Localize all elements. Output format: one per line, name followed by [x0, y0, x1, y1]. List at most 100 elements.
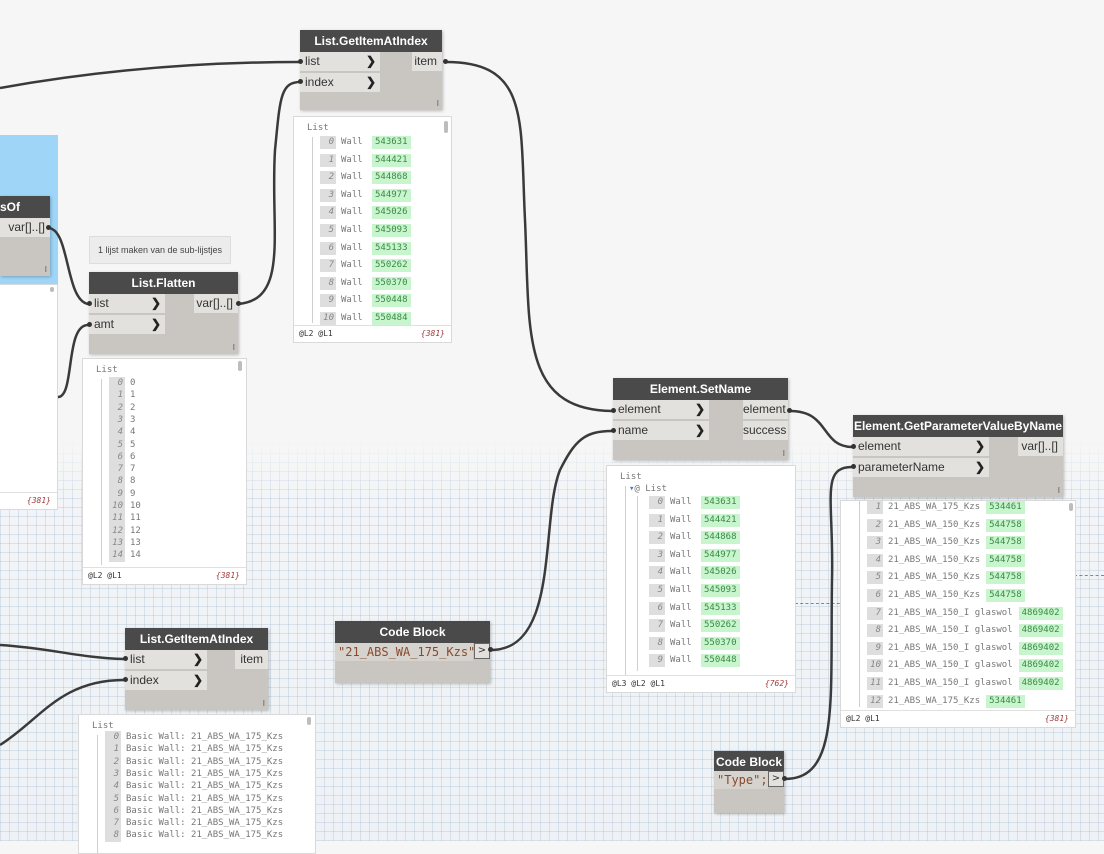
element-id-badge[interactable]: 550484: [372, 312, 411, 325]
port-index[interactable]: index ❯: [125, 671, 207, 690]
element-id-badge[interactable]: 544977: [372, 188, 411, 202]
list-index: 8: [867, 624, 883, 638]
element-id-badge[interactable]: 544421: [372, 153, 411, 167]
list-item: 4 21_ABS_WA_150_Kzs 544758: [867, 553, 1025, 567]
dynamo-canvas[interactable]: List.GetItemAtIndex list ❯ index ❯ item l …: [0, 0, 1104, 854]
node-title: List.Flatten: [89, 272, 238, 294]
port-index[interactable]: index ❯: [300, 73, 380, 92]
scrollbar[interactable]: [1069, 503, 1073, 511]
list-item: 12 12: [109, 524, 141, 538]
element-id-badge[interactable]: 544758: [986, 518, 1025, 532]
port-item[interactable]: item: [412, 52, 442, 71]
port-success[interactable]: success: [743, 421, 788, 440]
list-item: 5 Wall 545093: [649, 584, 740, 597]
scrollbar[interactable]: [307, 717, 311, 725]
note[interactable]: 1 lijst maken van de sub-lijstjes: [89, 236, 232, 264]
element-id-badge[interactable]: 544868: [372, 171, 411, 185]
port-parametername[interactable]: parameterName ❯: [853, 458, 989, 477]
element-id-badge[interactable]: 550262: [701, 619, 740, 633]
wire: [0, 60, 301, 90]
element-id-badge[interactable]: 545133: [701, 601, 740, 615]
list-item: 88: [109, 475, 135, 489]
code-block-node[interactable]: Code Block "21_ABS_WA_175_Kzs"; >: [335, 621, 490, 683]
list-item-text: 21_ABS_WA_150_Kzs: [888, 554, 981, 565]
element-id-badge[interactable]: 545026: [701, 566, 740, 580]
preview-element-setname[interactable]: List ▾@ List 0 Wall 543631 1 Wall 544421 2 Wall…: [606, 465, 796, 693]
list-index: 0: [320, 136, 336, 149]
list-flatten-node[interactable]: List.Flatten list ❯ amt ❯ var[]..[] l: [89, 272, 238, 354]
code-block-node-2[interactable]: Code Block "Type"; >: [714, 751, 784, 813]
port-list[interactable]: list ❯: [125, 650, 207, 669]
list-getitematindex-node-2[interactable]: List.GetItemAtIndex list ❯ index ❯ item l: [125, 628, 268, 710]
connection-dot: [123, 677, 128, 682]
element-id-badge[interactable]: 4869402: [1018, 641, 1063, 655]
preview-list-flatten[interactable]: List 0 0 1 1 2 2 3 3 4 4 5 5 6 6 7 7 8 8 9 9 10 10 11 11 12 12 13 1…: [82, 358, 247, 585]
element-getparametervaluebyname-node[interactable]: Element.GetParameterValueByName element ❯…: [853, 415, 1063, 497]
node-title: List.GetItemAtIndex: [300, 30, 442, 52]
element-id-badge[interactable]: 550370: [372, 276, 411, 290]
port-name[interactable]: name ❯: [613, 421, 709, 440]
connection-dot: [298, 59, 303, 64]
element-id-badge[interactable]: 545133: [372, 241, 411, 255]
element-id-badge[interactable]: 550370: [701, 636, 740, 650]
port-element[interactable]: element ❯: [613, 400, 709, 419]
port-list[interactable]: list ❯: [300, 52, 380, 71]
element-id-badge[interactable]: 545093: [701, 584, 740, 597]
element-id-badge[interactable]: 544977: [701, 548, 740, 562]
chevron-right-icon: ❯: [694, 423, 705, 437]
preview-partial[interactable]: {381}: [0, 284, 58, 510]
element-id-badge[interactable]: 550448: [701, 654, 740, 668]
list-getitematindex-node[interactable]: List.GetItemAtIndex list ❯ index ❯ item l: [300, 30, 442, 110]
port-item[interactable]: item: [235, 650, 268, 669]
port-list[interactable]: list ❯: [89, 294, 165, 313]
port-output[interactable]: var[]..[]: [0, 218, 50, 237]
partial-node[interactable]: sOf var[]..[] l: [0, 196, 50, 276]
element-id-badge[interactable]: 534461: [986, 501, 1025, 514]
element-id-badge[interactable]: 4869402: [1018, 624, 1063, 638]
code-input[interactable]: "Type";: [714, 771, 768, 789]
chevron-right-icon: ❯: [974, 439, 985, 453]
preview-list-getitematindex[interactable]: List 0 Wall 543631 1 Wall 544421 2 Wall 544868 3 W…: [293, 116, 452, 343]
list-item-text: Wall: [670, 655, 692, 666]
list-index: 7: [105, 817, 121, 831]
list-item-text: Wall: [341, 277, 363, 288]
list-index: 12: [867, 694, 883, 708]
list-item-text: Wall: [341, 189, 363, 200]
port-output[interactable]: var[]..[]: [194, 294, 238, 313]
element-id-badge[interactable]: 550448: [372, 294, 411, 308]
scrollbar[interactable]: [444, 121, 448, 133]
list-item-text: 12: [130, 525, 141, 536]
element-id-badge[interactable]: 544758: [986, 536, 1025, 550]
element-id-badge[interactable]: 544758: [986, 553, 1025, 567]
preview-list-getitematindex-2[interactable]: List 0 Basic Wall: 21_ABS_WA_175_Kzs 1 Basi…: [78, 714, 316, 854]
list-index: 2: [649, 531, 665, 545]
element-id-badge[interactable]: 544758: [986, 589, 1025, 602]
element-id-badge[interactable]: 545026: [372, 206, 411, 220]
element-id-badge[interactable]: 544758: [986, 571, 1025, 585]
element-id-badge[interactable]: 543631: [701, 496, 740, 509]
element-id-badge[interactable]: 544421: [701, 513, 740, 527]
list-item-text: 2: [130, 402, 136, 413]
element-id-badge[interactable]: 4869402: [1018, 606, 1063, 620]
element-id-badge[interactable]: 550262: [372, 259, 411, 273]
code-input[interactable]: "21_ABS_WA_175_Kzs";: [335, 643, 483, 661]
element-setname-node[interactable]: Element.SetName element ❯ name ❯ element s…: [613, 378, 788, 460]
list-item: 10 21_ABS_WA_150_I glaswol 4869402: [867, 659, 1063, 673]
element-id-badge[interactable]: 4869402: [1018, 659, 1063, 673]
port-element-out[interactable]: element: [743, 400, 788, 419]
element-id-badge[interactable]: 545093: [372, 224, 411, 237]
list-index: 0: [105, 731, 121, 744]
element-id-badge[interactable]: 544868: [701, 531, 740, 545]
scrollbar[interactable]: [238, 361, 242, 371]
element-id-badge[interactable]: 543631: [372, 136, 411, 149]
element-id-badge[interactable]: 534461: [986, 694, 1025, 708]
preview-getparametervalue[interactable]: 1 21_ABS_WA_175_Kzs 534461 2 21_ABS_WA_150_K…: [840, 500, 1076, 728]
list-item: 9 21_ABS_WA_150_I glaswol 4869402: [867, 641, 1063, 655]
list-index: 9: [109, 487, 125, 501]
element-id-badge[interactable]: 4869402: [1018, 677, 1063, 690]
list-item-text: Wall: [670, 497, 692, 507]
port-output[interactable]: var[]..[]: [1018, 437, 1063, 456]
port-element[interactable]: element ❯: [853, 437, 989, 456]
list-index: 5: [867, 571, 883, 585]
port-amt[interactable]: amt ❯: [89, 315, 165, 334]
